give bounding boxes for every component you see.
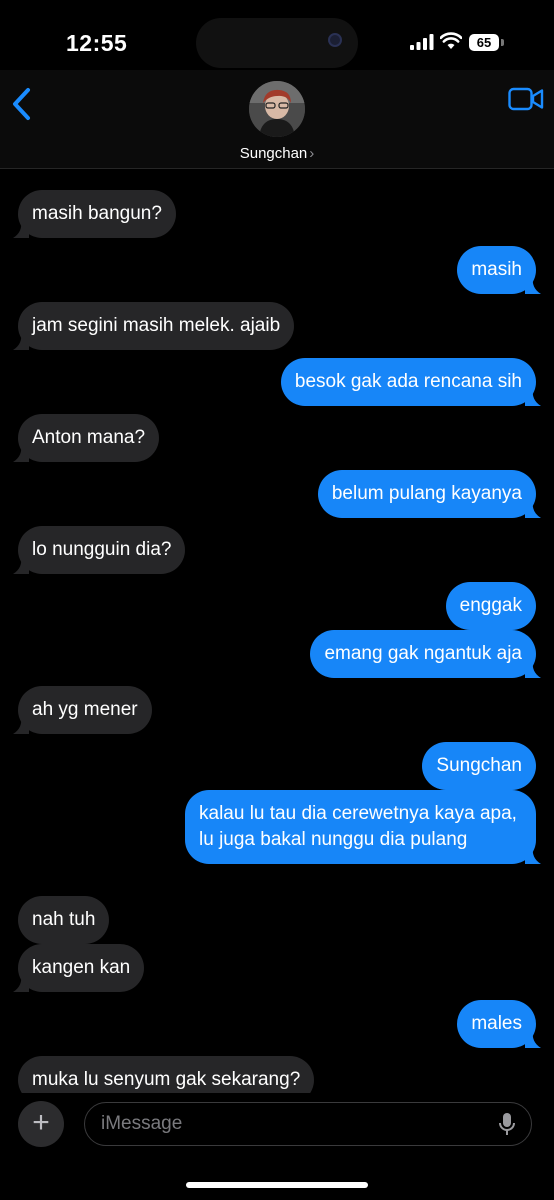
message-bubble-incoming[interactable]: nah tuh <box>18 896 110 944</box>
message-bubble-outgoing[interactable]: kalau lu tau dia cerewetnya kaya apa, lu… <box>185 790 541 864</box>
compose-bar: + <box>0 1094 554 1200</box>
message-bubble-outgoing[interactable]: enggak <box>445 582 536 630</box>
message-bubble-outgoing[interactable]: males <box>457 1000 541 1048</box>
message-bubble-outgoing[interactable]: besok gak ada rencana sih <box>280 358 541 406</box>
message-bubble-incoming[interactable]: Anton mana? <box>13 414 160 462</box>
avatar-image <box>249 81 305 137</box>
imessage-input[interactable] <box>84 1102 532 1146</box>
battery-icon: 65 <box>469 34 505 51</box>
message-bubble-outgoing[interactable]: emang gak ngantuk aja <box>310 630 541 678</box>
home-indicator <box>186 1182 368 1188</box>
contact-name-button[interactable]: Sungchan › <box>0 145 554 162</box>
message-bubble-outgoing[interactable]: masih <box>457 246 541 294</box>
camera-dot <box>328 33 342 47</box>
contact-avatar[interactable] <box>249 81 305 137</box>
message-bubble-incoming[interactable]: jam segini masih melek. ajaib <box>13 302 295 350</box>
video-camera-icon[interactable] <box>508 86 544 112</box>
message-list: masih bangun? masih jam segini masih mel… <box>0 169 554 1093</box>
conversation-header: Sungchan › <box>0 70 554 169</box>
message-bubble-incoming[interactable]: masih bangun? <box>13 190 176 238</box>
message-bubble-incoming[interactable]: ah yg mener <box>13 686 152 734</box>
microphone-icon[interactable] <box>497 1112 517 1136</box>
back-chevron-icon[interactable] <box>8 84 40 124</box>
apps-plus-button[interactable]: + <box>18 1101 64 1147</box>
battery-level: 65 <box>476 35 492 50</box>
message-bubble-incoming[interactable]: kangen kan <box>13 944 145 992</box>
message-bubble-outgoing[interactable]: Sungchan <box>422 742 536 790</box>
status-bar: 12:55 65 <box>0 0 554 70</box>
contact-name: Sungchan <box>239 145 308 162</box>
message-bubble-outgoing[interactable]: belum pulang kayanya <box>317 470 541 518</box>
plus-icon: + <box>32 1106 50 1139</box>
signal-icon <box>410 34 434 50</box>
wifi-icon <box>440 32 462 49</box>
chevron-right-icon: › <box>309 145 315 162</box>
message-bubble-incoming[interactable]: muka lu senyum gak sekarang? <box>18 1056 315 1093</box>
message-bubble-incoming[interactable]: lo nungguin dia? <box>13 526 186 574</box>
status-time: 12:55 <box>66 30 128 56</box>
